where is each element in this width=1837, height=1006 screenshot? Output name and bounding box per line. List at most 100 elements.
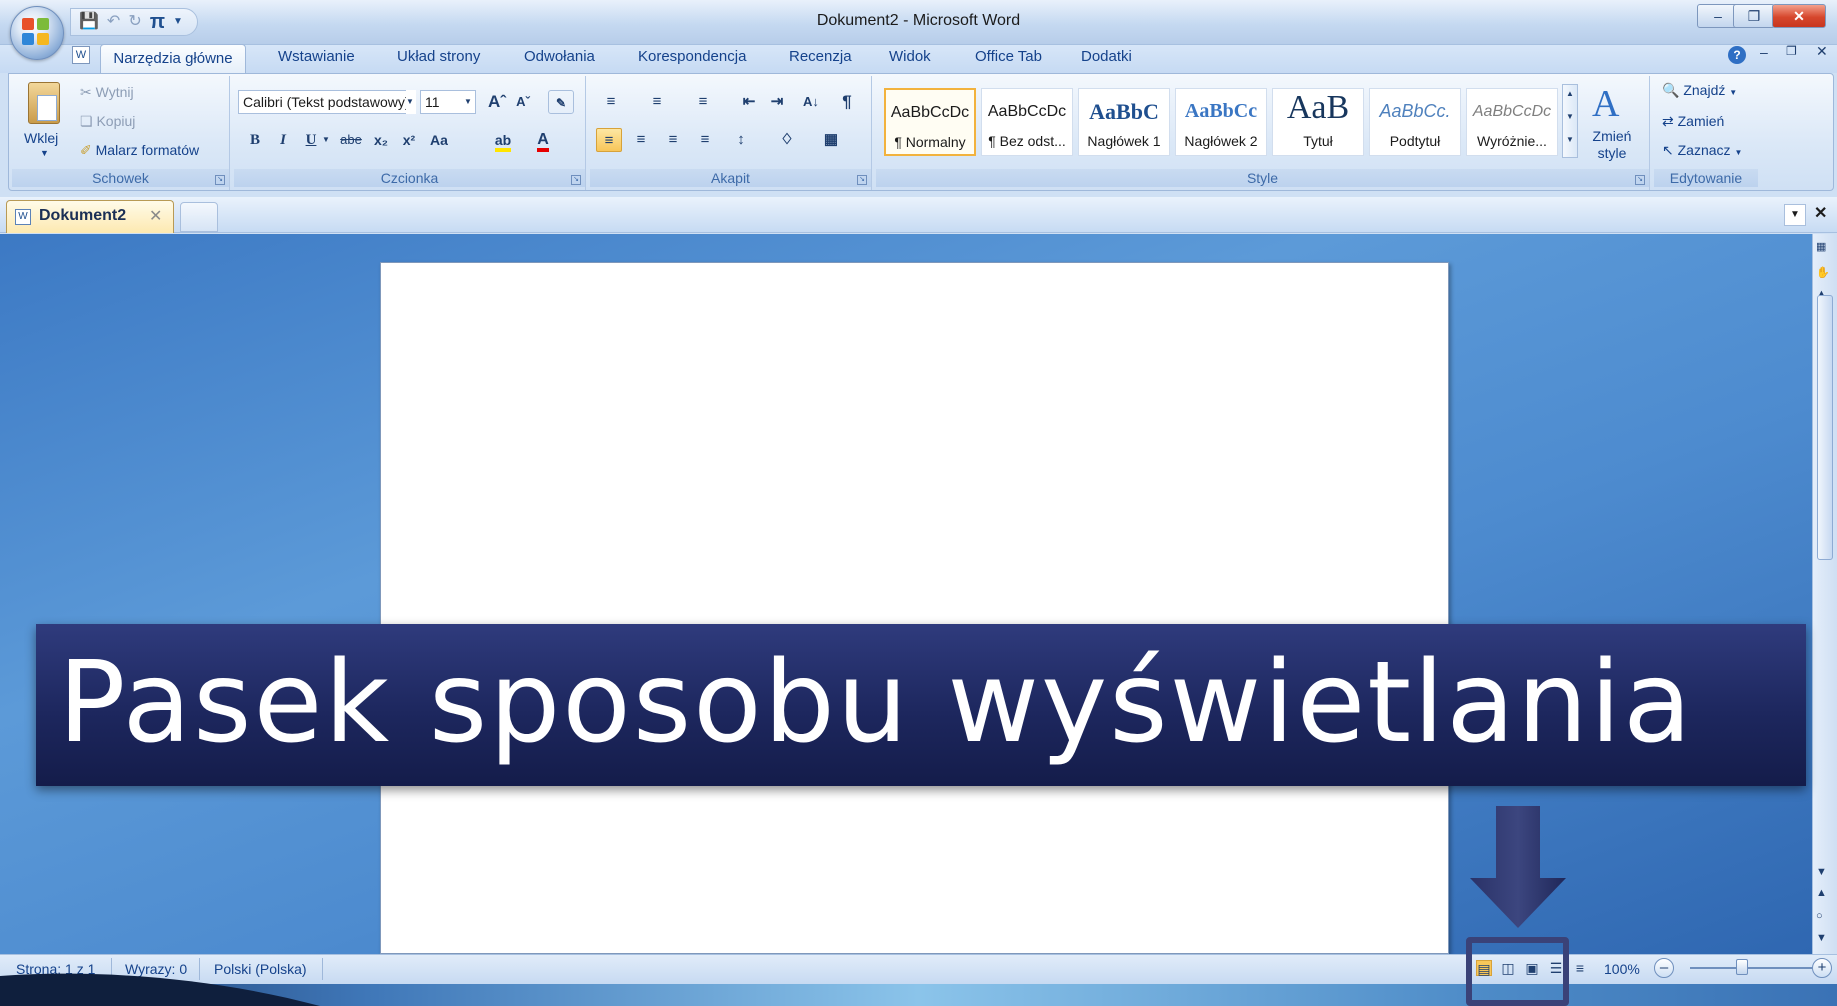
numbering-icon[interactable]: ≡ [644,90,670,114]
line-spacing-icon[interactable]: ↕ [728,128,754,152]
tab-references[interactable]: Odwołania [524,48,595,65]
styles-down-icon[interactable]: ▼ [1563,112,1577,121]
style-emphasis[interactable]: AaBbCcDc Wyróżnie... [1466,88,1558,156]
browse-object-icon[interactable]: ○ [1816,910,1823,922]
tab-close-all-icon[interactable]: ✕ [1814,203,1827,223]
zoom-out-button[interactable]: – [1654,958,1674,978]
align-left-icon[interactable]: ≡ [596,128,622,152]
document-icon[interactable]: W [72,46,90,64]
shading-icon[interactable]: ♢ [774,128,800,152]
ribbon-close-icon[interactable]: ✕ [1816,43,1828,60]
tab-office-tab[interactable]: Office Tab [975,48,1042,65]
sort-icon[interactable]: A↓ [798,90,824,114]
next-page-icon[interactable]: ▼ [1816,932,1827,944]
change-case-button[interactable]: Aa [426,128,452,152]
font-name-select[interactable]: Calibri (Tekst podstawowy) [238,90,416,114]
restore-button[interactable]: ❐ [1733,4,1775,28]
multilevel-list-icon[interactable]: ≡ [690,90,716,114]
group-clipboard: Wklej ▼ ✂ Wytnij ❏ Kopiuj ✐ Malarz forma… [12,76,230,190]
document-tab-close-icon[interactable]: ✕ [149,206,162,226]
font-color-icon[interactable]: A [530,128,556,152]
tab-page-layout[interactable]: Układ strony [397,48,480,65]
group-editing: 🔍 Znajdź ▼ ⇄ Zamień ↖ Zaznacz ▼ Edytowan… [1654,76,1758,190]
style-heading-2[interactable]: AaBbCc Nagłówek 2 [1175,88,1267,156]
tab-view[interactable]: Widok [889,48,931,65]
office-logo-icon [22,18,52,48]
styles-launcher-icon[interactable]: ↘ [1635,175,1645,185]
zoom-level[interactable]: 100% [1604,961,1640,977]
bold-button[interactable]: B [242,128,268,152]
view-buttons-highlight [1466,937,1569,1006]
font-name-dropdown-icon[interactable]: ▼ [406,90,416,114]
select-button[interactable]: ↖ Zaznacz ▼ [1662,142,1742,159]
status-separator [322,958,323,980]
new-tab-button[interactable] [180,202,218,232]
subscript-button[interactable]: x₂ [368,128,394,152]
style-no-spacing[interactable]: AaBbCcDc ¶ Bez odst... [981,88,1073,156]
style-name: Nagłówek 1 [1087,133,1161,149]
bullets-icon[interactable]: ≡ [598,90,624,114]
tab-list-dropdown-icon[interactable]: ▼ [1784,204,1806,226]
styles-scroll[interactable]: ▲ ▼ ▼ [1562,84,1578,158]
strikethrough-button[interactable]: abe [338,128,364,152]
ribbon-restore-icon[interactable]: ❐ [1786,44,1797,58]
superscript-button[interactable]: x² [396,128,422,152]
italic-button[interactable]: I [270,128,296,152]
tab-home[interactable]: Narzędzia główne [100,44,246,74]
clipboard-launcher-icon[interactable]: ↘ [215,175,225,185]
change-styles-button[interactable]: Zmień style [1590,128,1634,162]
document-tab[interactable]: W Dokument2 ✕ [6,200,174,233]
show-formatting-icon[interactable]: ¶ [834,90,860,114]
borders-icon[interactable]: ▦ [818,128,844,152]
paste-button[interactable]: Wklej [24,130,58,146]
style-heading-1[interactable]: AaBbC Nagłówek 1 [1078,88,1170,156]
hand-icon[interactable]: ✋ [1816,266,1830,279]
styles-up-icon[interactable]: ▲ [1563,89,1577,98]
zoom-slider-thumb[interactable] [1736,959,1748,975]
align-center-icon[interactable]: ≡ [628,128,654,152]
tab-review[interactable]: Recenzja [789,48,852,65]
clear-formatting-icon[interactable]: ✎ [548,90,574,114]
ruler-toggle-icon[interactable]: ▦ [1816,240,1826,253]
find-button[interactable]: 🔍 Znajdź ▼ [1662,82,1737,99]
document-page[interactable] [380,262,1449,954]
style-sample: AaBbCcDc [890,104,970,121]
style-name: ¶ Bez odst... [988,133,1066,149]
zoom-in-button[interactable]: + [1812,958,1832,978]
justify-icon[interactable]: ≡ [692,128,718,152]
style-subtitle[interactable]: AaBbCc. Podtytuł [1369,88,1461,156]
office-button[interactable] [10,6,64,60]
increase-indent-icon[interactable]: ⇥ [764,90,790,114]
paragraph-launcher-icon[interactable]: ↘ [857,175,867,185]
tab-mailings[interactable]: Korespondencja [638,48,746,65]
ribbon-minimize-icon[interactable]: – [1760,44,1768,60]
highlight-color-icon[interactable]: ab [490,128,516,152]
replace-button[interactable]: ⇄ Zamień [1662,113,1724,130]
style-title[interactable]: AaB Tytuł [1272,88,1364,156]
draft-view-icon[interactable]: ≡ [1572,960,1588,976]
style-normal[interactable]: AaBbCcDc ¶ Normalny [884,88,976,156]
close-button[interactable]: ✕ [1772,4,1826,28]
shrink-font-icon[interactable]: Aˇ [510,90,536,114]
style-sample: AaBbCcDc [1472,103,1552,120]
align-right-icon[interactable]: ≡ [660,128,686,152]
grow-font-icon[interactable]: Aˆ [484,90,510,114]
scroll-thumb[interactable] [1817,295,1833,560]
styles-more-icon[interactable]: ▼ [1563,135,1577,144]
tab-addins[interactable]: Dodatki [1081,48,1132,65]
paste-icon[interactable] [28,82,60,124]
previous-page-icon[interactable]: ▲ [1816,887,1827,899]
document-tab-bar [0,197,1837,233]
help-icon[interactable]: ? [1728,46,1746,64]
underline-dropdown-icon[interactable]: ▼ [320,128,332,152]
tab-insert[interactable]: Wstawianie [278,48,355,65]
format-painter-button[interactable]: ✐ Malarz formatów [80,142,199,159]
decrease-indent-icon[interactable]: ⇤ [736,90,762,114]
change-styles-icon[interactable]: A [1592,82,1619,126]
zoom-slider[interactable] [1690,967,1812,969]
paste-dropdown-icon[interactable]: ▼ [40,148,49,158]
scroll-down-icon[interactable]: ▼ [1816,866,1827,878]
font-launcher-icon[interactable]: ↘ [571,175,581,185]
font-size-dropdown-icon[interactable]: ▼ [464,90,474,114]
style-sample: AaBbCcDc [987,103,1067,120]
